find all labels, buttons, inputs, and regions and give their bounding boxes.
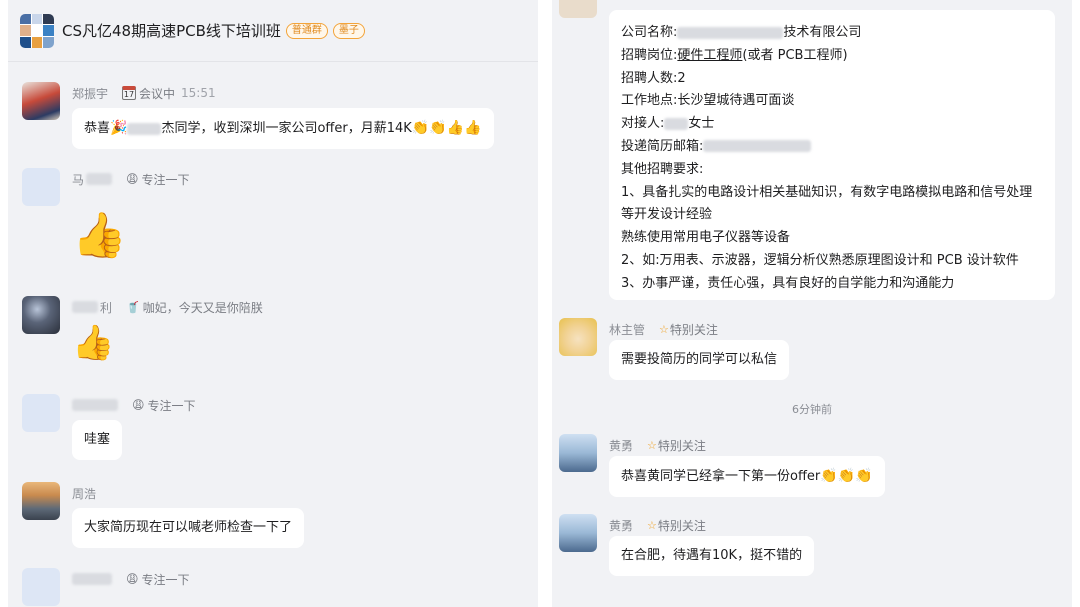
- redacted-contact: [664, 117, 689, 130]
- avatar[interactable]: [22, 168, 60, 206]
- calendar-icon: 17: [122, 86, 137, 100]
- avatar[interactable]: [22, 394, 60, 432]
- job-post-bubble[interactable]: 公司名称: 技术有限公司 招聘岗位:硬件工程师(或者 PCB工程师) 招聘人数:2…: [609, 10, 1055, 300]
- status-badge: 😩 专注一下: [126, 172, 190, 187]
- left-chat-window: CS凡亿48期高速PCB线下培训班 普通群 墨子 郑振宇 17 会议中 15:5…: [8, 0, 538, 607]
- status-badge: 17 会议中: [122, 85, 175, 102]
- chat-header: CS凡亿48期高速PCB线下培训班 普通群 墨子: [8, 0, 538, 62]
- redacted-name: [72, 399, 118, 411]
- avatar[interactable]: [22, 482, 60, 520]
- group-name: CS凡亿48期高速PCB线下培训班: [62, 22, 281, 40]
- message-bubble[interactable]: 需要投简历的同学可以私信: [609, 340, 790, 380]
- redacted-name: [72, 301, 98, 313]
- star-icon: ☆: [659, 322, 669, 336]
- message-item: 利 🥤 咖妃，今天又是你陪朕 👍: [22, 296, 532, 376]
- message-item: 马 😩 专注一下 👍: [22, 168, 532, 278]
- status-badge: 😩 专注一下: [126, 572, 190, 587]
- status-badge: ☆ 特别关注: [659, 322, 718, 337]
- avatar[interactable]: [559, 318, 597, 356]
- message-item: 黄勇 ☆ 特别关注 恭喜黄同学已经拿一下第一份offer👏👏👏: [559, 434, 1069, 504]
- sender-name[interactable]: 周浩: [72, 485, 96, 502]
- message-item: 😩 专注一下: [22, 568, 532, 607]
- redacted-company: [677, 26, 784, 39]
- party-popper-icon: 🎉: [110, 120, 128, 136]
- drink-icon: 🥤: [126, 300, 140, 314]
- avatar[interactable]: [22, 568, 60, 606]
- clap-emojis: 👏👏👏: [820, 468, 873, 484]
- clap-thumb-emojis: 👏👏👍👍: [411, 120, 482, 136]
- message-item: 黄勇 ☆ 特别关注 在合肥，待遇有10K，挺不错的: [559, 514, 1069, 584]
- sender-name[interactable]: 利: [100, 299, 112, 316]
- sender-name[interactable]: 郑振宇: [72, 85, 108, 102]
- message-item: 😩 专注一下 哇塞: [22, 394, 532, 464]
- thumbs-up-icon[interactable]: 👍: [72, 208, 127, 264]
- message-bubble[interactable]: 恭喜黄同学已经拿一下第一份offer👏👏👏: [609, 456, 885, 497]
- message-item: 公司名称: 技术有限公司 招聘岗位:硬件工程师(或者 PCB工程师) 招聘人数:2…: [559, 10, 1069, 302]
- focus-face-icon: 😩: [126, 572, 139, 586]
- group-tag-normal: 普通群: [285, 22, 328, 39]
- message-bubble[interactable]: 在合肥，待遇有10K，挺不错的: [609, 536, 815, 576]
- avatar[interactable]: [22, 82, 60, 120]
- sender-name[interactable]: 马: [72, 171, 84, 188]
- status-text: 会议中: [139, 86, 176, 101]
- star-icon: ☆: [647, 438, 657, 452]
- group-avatar[interactable]: [20, 13, 54, 48]
- sender-name[interactable]: 黄勇: [609, 517, 633, 534]
- message-bubble[interactable]: 恭喜🎉 杰同学，收到深圳一家公司offer，月薪14K👏👏👍👍: [72, 108, 494, 149]
- focus-face-icon: 😩: [126, 172, 139, 186]
- message-bubble[interactable]: 哇塞: [72, 420, 123, 460]
- avatar[interactable]: [22, 296, 60, 334]
- focus-face-icon: 😩: [132, 398, 145, 412]
- message-item: 周浩 大家简历现在可以喊老师检查一下了: [22, 482, 532, 552]
- sender-name[interactable]: 黄勇: [609, 437, 633, 454]
- star-icon: ☆: [647, 518, 657, 532]
- status-badge: 😩 专注一下: [132, 398, 196, 413]
- right-chat-window: 公司名称: 技术有限公司 招聘岗位:硬件工程师(或者 PCB工程师) 招聘人数:2…: [552, 0, 1072, 607]
- message-item: 林主管 ☆ 特别关注 需要投简历的同学可以私信: [559, 318, 1069, 388]
- message-bubble[interactable]: 大家简历现在可以喊老师检查一下了: [72, 508, 305, 548]
- sender-name[interactable]: 林主管: [609, 321, 645, 338]
- avatar[interactable]: [559, 514, 597, 552]
- group-tag-mozi: 墨子: [332, 22, 365, 39]
- avatar[interactable]: [559, 434, 597, 472]
- status-badge: ☆ 特别关注: [647, 438, 706, 453]
- redacted-name: [86, 173, 113, 185]
- message-item: 郑振宇 17 会议中 15:51 恭喜🎉 杰同学，收到深圳一家公司offer，月薪…: [22, 82, 532, 152]
- status-badge: 🥤 咖妃，今天又是你陪朕: [126, 300, 263, 315]
- redacted-name: [127, 122, 162, 135]
- thumbs-up-icon[interactable]: 👍: [72, 320, 114, 366]
- timestamp: 6分钟前: [792, 403, 832, 416]
- message-time: 15:51: [181, 86, 216, 100]
- status-badge: ☆ 特别关注: [647, 518, 706, 533]
- redacted-name: [72, 573, 112, 585]
- redacted-email: [703, 140, 812, 153]
